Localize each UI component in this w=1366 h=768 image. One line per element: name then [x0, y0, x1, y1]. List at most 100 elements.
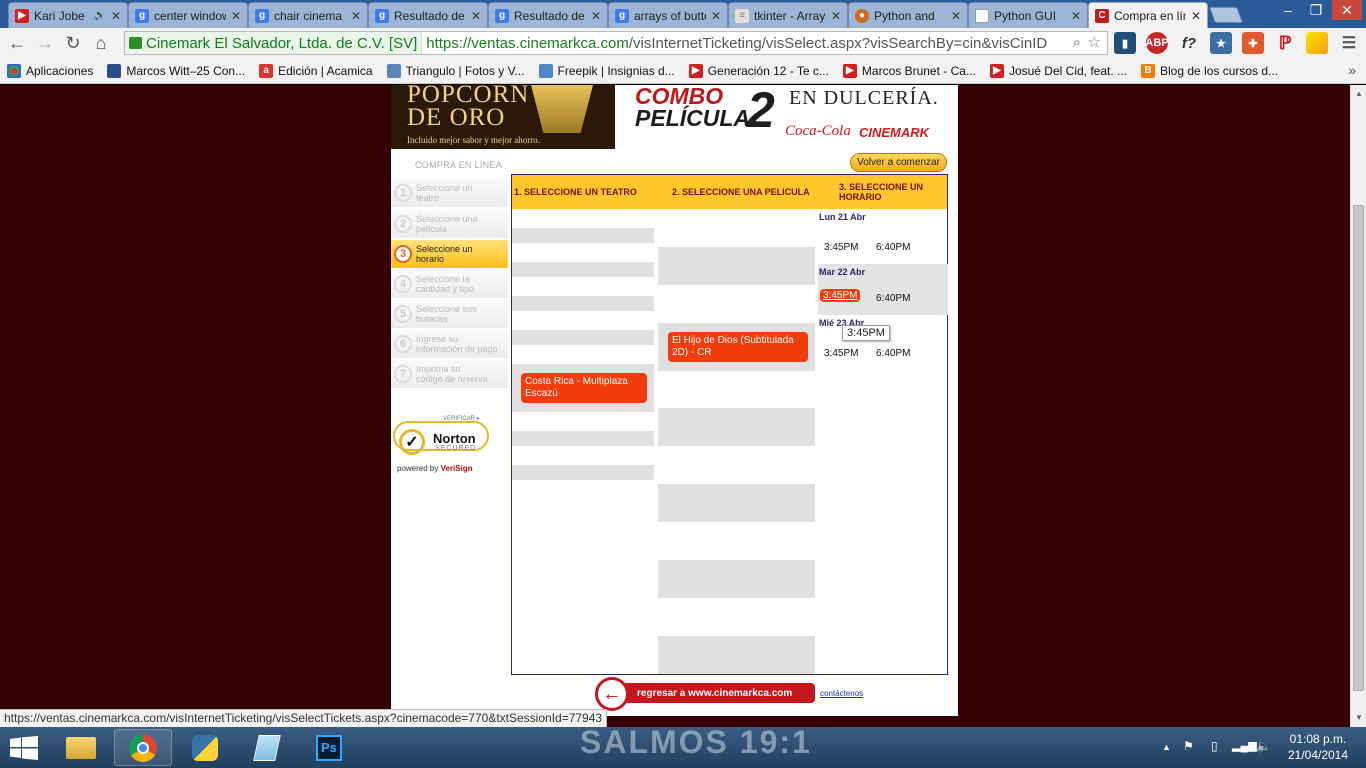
- forward-icon[interactable]: →: [31, 29, 59, 57]
- movie-row[interactable]: [658, 560, 815, 598]
- contact-link[interactable]: contáctenos: [820, 689, 863, 698]
- showtime-button[interactable]: 6:40PM: [876, 348, 910, 359]
- signal-icon[interactable]: ▂▄▆: [1232, 739, 1257, 752]
- close-icon[interactable]: ✕: [591, 9, 601, 23]
- movie-row[interactable]: [658, 636, 815, 674]
- selected-movie[interactable]: El Hijo de Dios (Subtitulada 2D) - CR: [668, 332, 808, 362]
- bar-chart-icon[interactable]: ▮: [1114, 32, 1136, 54]
- show-hidden-icons-icon[interactable]: ▲: [1162, 742, 1171, 752]
- tab-resultado-1[interactable]: g Resultado de ✕: [368, 2, 488, 28]
- notepad-icon[interactable]: [238, 729, 296, 766]
- adblock-icon[interactable]: ABP: [1145, 32, 1169, 54]
- close-icon[interactable]: ✕: [831, 9, 841, 23]
- tab-center-window[interactable]: g center window ✕: [128, 2, 248, 28]
- taskbar-clock[interactable]: 01:08 p.m. 21/04/2014: [1286, 731, 1350, 763]
- chrome-icon[interactable]: [114, 729, 172, 766]
- theater-row[interactable]: [512, 296, 654, 311]
- home-icon[interactable]: ⌂: [87, 29, 115, 57]
- theater-row[interactable]: [512, 262, 654, 277]
- close-icon[interactable]: ✕: [711, 9, 721, 23]
- new-tab-button[interactable]: [1209, 7, 1243, 23]
- bookmark-label: Blog de los cursos d...: [1160, 63, 1279, 78]
- selected-theater[interactable]: Costa Rica - Multiplaza Escazú: [521, 373, 647, 403]
- url-text[interactable]: https://ventas.cinemarkca.com/visInterne…: [422, 35, 1047, 52]
- norton-secured-seal[interactable]: VERIFICAR ▸ ✓ Norton SECURED powered by …: [391, 415, 491, 475]
- minimize-icon[interactable]: –: [1274, 0, 1302, 20]
- step-4: 4 Seleccione la cantidad y tipo: [391, 270, 508, 298]
- tab-compra-en-linea[interactable]: C Compra en línea ✕: [1088, 2, 1208, 28]
- showtime-button[interactable]: 6:40PM: [876, 293, 910, 304]
- step-2[interactable]: 2 Seleccione una película: [391, 210, 508, 238]
- menu-icon[interactable]: ☰: [1338, 32, 1360, 54]
- showtime-button[interactable]: 6:40PM: [876, 242, 910, 253]
- ev-certificate-badge[interactable]: Cinemark El Salvador, Ltda. de C.V. [SV]: [125, 32, 423, 54]
- puzzle-icon[interactable]: ✚: [1242, 32, 1264, 54]
- theater-row[interactable]: [512, 431, 654, 446]
- showtime-button-selected[interactable]: 3:45PM: [820, 289, 861, 302]
- reload-icon[interactable]: ↻: [59, 29, 87, 57]
- formula-icon[interactable]: f?: [1178, 32, 1200, 54]
- showtime-button[interactable]: 3:45PM: [824, 242, 858, 253]
- google-icon: g: [255, 8, 269, 23]
- bookmark-apps[interactable]: Aplicaciones: [0, 63, 100, 78]
- close-icon[interactable]: ✕: [1071, 9, 1081, 23]
- python-icon[interactable]: [176, 729, 234, 766]
- close-icon[interactable]: ✕: [471, 9, 481, 23]
- bookmark-marcos-witt[interactable]: Marcos Witt–25 Con...: [100, 63, 252, 78]
- movie-row[interactable]: [658, 484, 815, 522]
- scroll-down-icon[interactable]: ▼: [1355, 713, 1363, 722]
- tab-resultado-2[interactable]: g Resultado de ✕: [488, 2, 608, 28]
- bookmark-acamica[interactable]: a Edición | Acamica: [252, 63, 380, 78]
- windows-start-icon[interactable]: [10, 736, 38, 760]
- bookmark-josue-del-cid[interactable]: ▶ Josué Del Cid, feat. ...: [983, 63, 1134, 78]
- highlighter-icon[interactable]: [1306, 32, 1328, 54]
- bookmark-generacion-12[interactable]: ▶ Generación 12 - Te c...: [682, 63, 836, 78]
- tab-kari-jobe[interactable]: ▶ Kari Jobe 🔈 ✕: [8, 2, 128, 28]
- close-icon[interactable]: ✕: [1191, 9, 1201, 23]
- bookmark-blog-cursos[interactable]: B Blog de los cursos d...: [1134, 63, 1285, 78]
- popcorn-subtitle: Incluido mejor sabor y mejor ahorro.: [407, 135, 540, 145]
- back-to-cinemark-link[interactable]: regresar a www.cinemarkca.com ←: [595, 677, 815, 711]
- close-icon[interactable]: ✕: [231, 9, 241, 23]
- tab-python-and[interactable]: ● Python and ✕: [848, 2, 968, 28]
- close-icon[interactable]: ✕: [351, 9, 361, 23]
- search-icon[interactable]: ⌕: [1073, 34, 1081, 51]
- theater-row[interactable]: [512, 465, 654, 480]
- step-1[interactable]: 1 Seleccione un teatro: [391, 179, 508, 207]
- maximize-icon[interactable]: ❐: [1302, 0, 1330, 20]
- step-label: Seleccione una película: [416, 214, 478, 234]
- back-icon[interactable]: ←: [3, 29, 31, 57]
- norton-secured: SECURED: [435, 445, 477, 452]
- movie-row[interactable]: [658, 247, 815, 285]
- restart-button[interactable]: Volver a comenzar: [850, 153, 947, 172]
- pinterest-icon[interactable]: ℙ: [1274, 32, 1296, 54]
- volume-icon[interactable]: 🔈: [1256, 739, 1271, 753]
- flag-icon[interactable]: ⚑: [1183, 739, 1194, 753]
- showtime-button[interactable]: 3:45PM: [824, 348, 858, 359]
- theater-row[interactable]: [512, 330, 654, 345]
- scroll-thumb[interactable]: [1353, 205, 1364, 691]
- tab-arrays-of-buttons[interactable]: g arrays of buttons ✕: [608, 2, 728, 28]
- file-explorer-icon[interactable]: [52, 729, 110, 766]
- page-scrollbar[interactable]: ▲ ▼: [1350, 85, 1366, 727]
- promo-banner[interactable]: POPCORN DE ORO Incluido mejor sabor y mej…: [391, 85, 958, 149]
- address-bar[interactable]: Cinemark El Salvador, Ltda. de C.V. [SV]…: [124, 31, 1108, 55]
- bookmark-star-icon[interactable]: ☆: [1088, 33, 1101, 51]
- tab-python-gui[interactable]: Python GUI ✕: [968, 2, 1088, 28]
- movie-row[interactable]: [658, 408, 815, 446]
- dulceria-text: EN DULCERÍA.: [789, 87, 939, 109]
- star-icon[interactable]: ★: [1210, 32, 1232, 54]
- close-icon[interactable]: ✕: [951, 9, 961, 23]
- close-window-icon[interactable]: ✕: [1332, 0, 1362, 20]
- photoshop-icon[interactable]: Ps: [300, 729, 358, 766]
- scroll-up-icon[interactable]: ▲: [1355, 89, 1363, 98]
- bookmark-triangulo[interactable]: Triangulo | Fotos y V...: [380, 63, 532, 78]
- close-icon[interactable]: ✕: [111, 9, 121, 23]
- theater-row[interactable]: [512, 228, 654, 243]
- tab-chair-cinema[interactable]: g chair cinema ✕: [248, 2, 368, 28]
- tab-tkinter-arrays[interactable]: ≡ tkinter - Arrays ✕: [728, 2, 848, 28]
- bookmarks-overflow-icon[interactable]: »: [1348, 62, 1356, 78]
- bookmark-marcos-brunet[interactable]: ▶ Marcos Brunet - Ca...: [836, 63, 983, 78]
- bookmark-freepik[interactable]: Freepik | Insignias d...: [532, 63, 682, 78]
- battery-icon[interactable]: ▯: [1211, 739, 1218, 753]
